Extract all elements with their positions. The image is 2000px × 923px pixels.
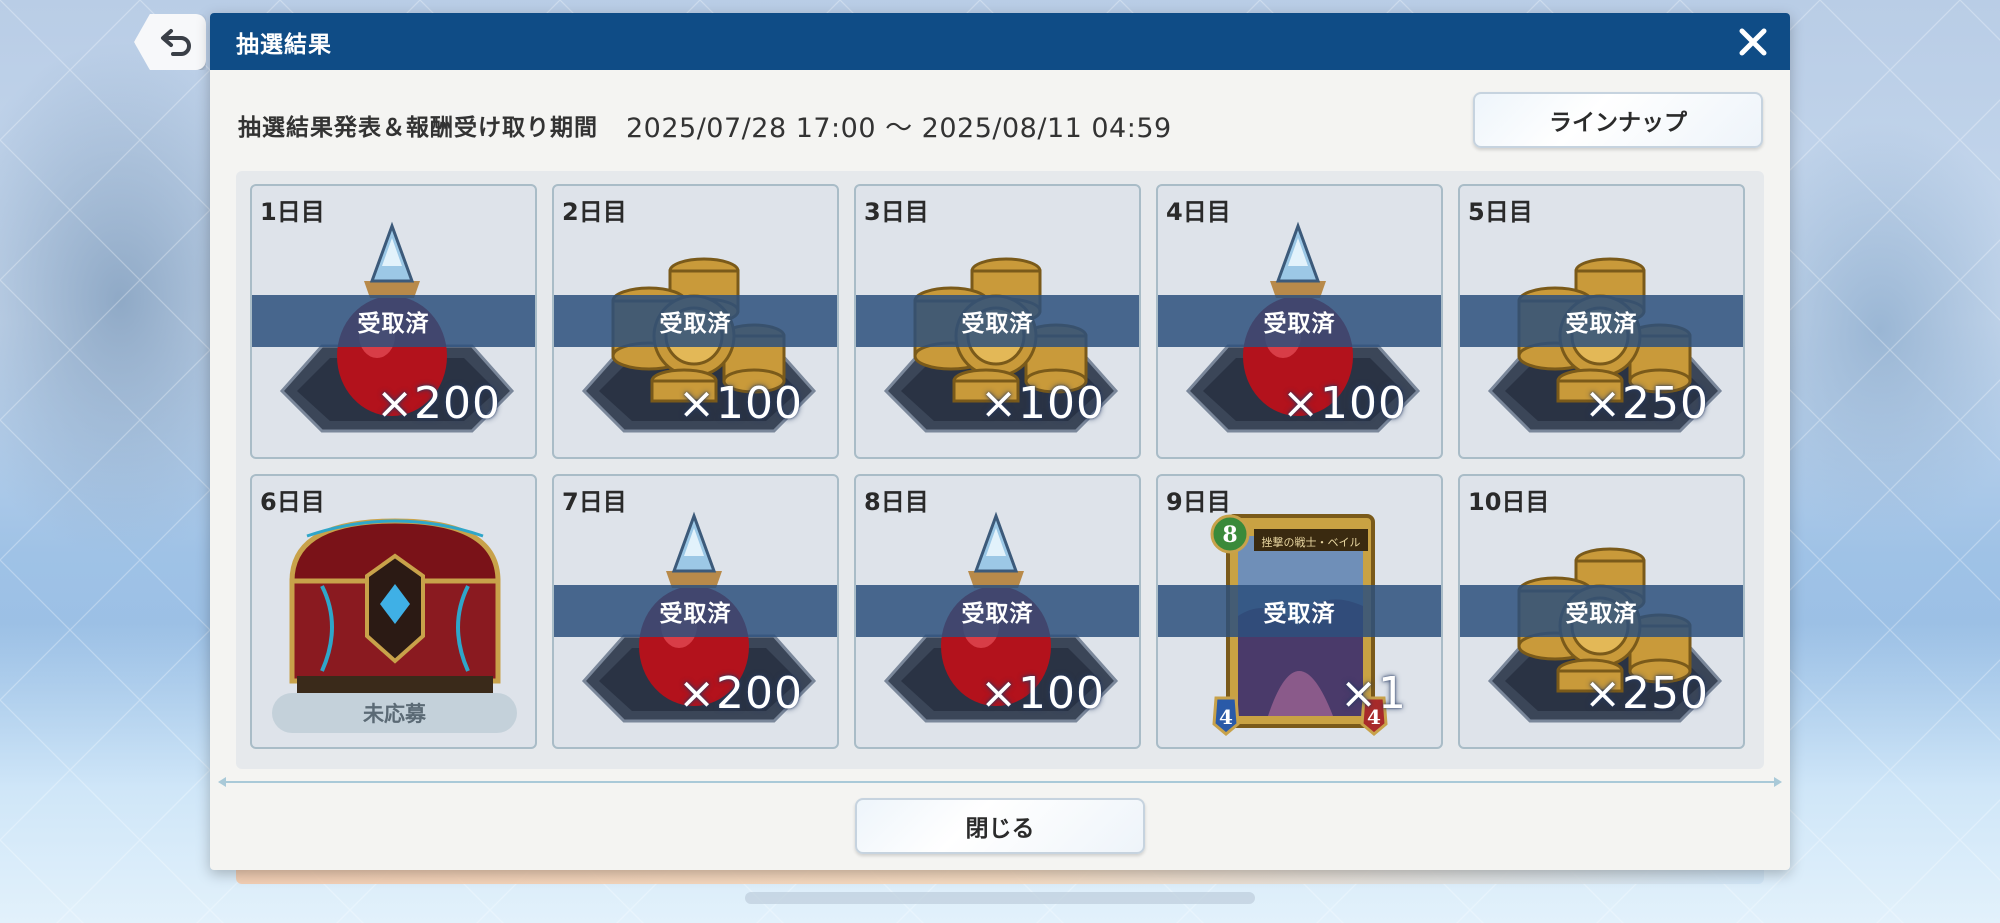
- lineup-button[interactable]: ラインナップ: [1473, 92, 1763, 148]
- day-label: 10日目: [1468, 488, 1550, 516]
- period-label: 抽選結果発表＆報酬受け取り期間: [238, 115, 598, 141]
- lottery-results-dialog: 抽選結果 抽選結果発表＆報酬受け取り期間 2025/07/28 17:00 ～ …: [210, 13, 1790, 870]
- close-button[interactable]: 閉じる: [855, 798, 1145, 854]
- card-cost: 8: [1222, 522, 1237, 548]
- back-arrow-icon: [161, 29, 191, 56]
- card-name: 挫撃の戦士・ベイル: [1262, 535, 1361, 549]
- claimed-banner: 受取済: [554, 585, 837, 637]
- day-reward-cell[interactable]: 7日目 ×200 受取済: [552, 474, 839, 749]
- day-reward-cell[interactable]: 挫撃の戦士・ベイル 8 4 4 9日目 ×1 受取済: [1156, 474, 1443, 749]
- reward-quantity: ×250: [1584, 378, 1709, 429]
- day-reward-cell[interactable]: 8日目 ×100 受取済: [854, 474, 1141, 749]
- dialog-title: 抽選結果: [236, 31, 332, 58]
- claimed-banner: 受取済: [554, 295, 837, 347]
- dialog-titlebar: 抽選結果: [210, 13, 1790, 70]
- claimed-banner: 受取済: [1158, 295, 1441, 347]
- divider: [218, 777, 1782, 787]
- reward-quantity: ×100: [980, 668, 1105, 719]
- reward-quantity: ×100: [980, 378, 1105, 429]
- day-label: 6日目: [260, 488, 325, 516]
- day-reward-cell[interactable]: 1日目 ×200 受取済: [250, 184, 537, 459]
- period-range: 2025/07/28 17:00 ～ 2025/08/11 04:59: [626, 112, 1172, 144]
- day-reward-cell[interactable]: 4日目 ×100 受取済: [1156, 184, 1443, 459]
- reward-quantity: ×200: [376, 378, 501, 429]
- day-label: 5日目: [1468, 198, 1533, 226]
- day-label: 1日目: [260, 198, 325, 226]
- claimed-banner: 受取済: [252, 295, 535, 347]
- reward-period-row: 抽選結果発表＆報酬受け取り期間 2025/07/28 17:00 ～ 2025/…: [238, 105, 1172, 145]
- claimed-banner: 受取済: [1460, 585, 1743, 637]
- reward-quantity: ×1: [1340, 668, 1407, 719]
- reward-quantity: ×250: [1584, 668, 1709, 719]
- card-attack: 4: [1219, 705, 1233, 729]
- day-label: 9日目: [1166, 488, 1231, 516]
- day-reward-cell[interactable]: 6日目未応募: [250, 474, 537, 749]
- claimed-banner: 受取済: [856, 585, 1139, 637]
- close-icon[interactable]: [1734, 23, 1772, 61]
- day-reward-cell[interactable]: 2日目 ×100 受取済: [552, 184, 839, 459]
- day-label: 2日目: [562, 198, 627, 226]
- reward-quantity: ×100: [1282, 378, 1407, 429]
- day-label: 4日目: [1166, 198, 1231, 226]
- reward-quantity: ×200: [678, 668, 803, 719]
- claimed-banner: 受取済: [1460, 295, 1743, 347]
- claimed-banner: 受取済: [1158, 585, 1441, 637]
- claimed-banner: 受取済: [856, 295, 1139, 347]
- results-grid-panel: 1日目 ×200 受取済 2日目 ×100 受取済 3日目 ×100 受取済 4…: [236, 171, 1764, 769]
- day-reward-cell[interactable]: 5日目 ×250 受取済: [1458, 184, 1745, 459]
- day-reward-cell[interactable]: 10日目 ×250 受取済: [1458, 474, 1745, 749]
- day-reward-cell[interactable]: 3日目 ×100 受取済: [854, 184, 1141, 459]
- day-label: 8日目: [864, 488, 929, 516]
- day-label: 3日目: [864, 198, 929, 226]
- reward-quantity: ×100: [678, 378, 803, 429]
- not-entered-badge: 未応募: [272, 693, 517, 733]
- day-label: 7日目: [562, 488, 627, 516]
- bottom-handle: [745, 892, 1255, 904]
- results-grid: 1日目 ×200 受取済 2日目 ×100 受取済 3日目 ×100 受取済 4…: [250, 184, 1745, 749]
